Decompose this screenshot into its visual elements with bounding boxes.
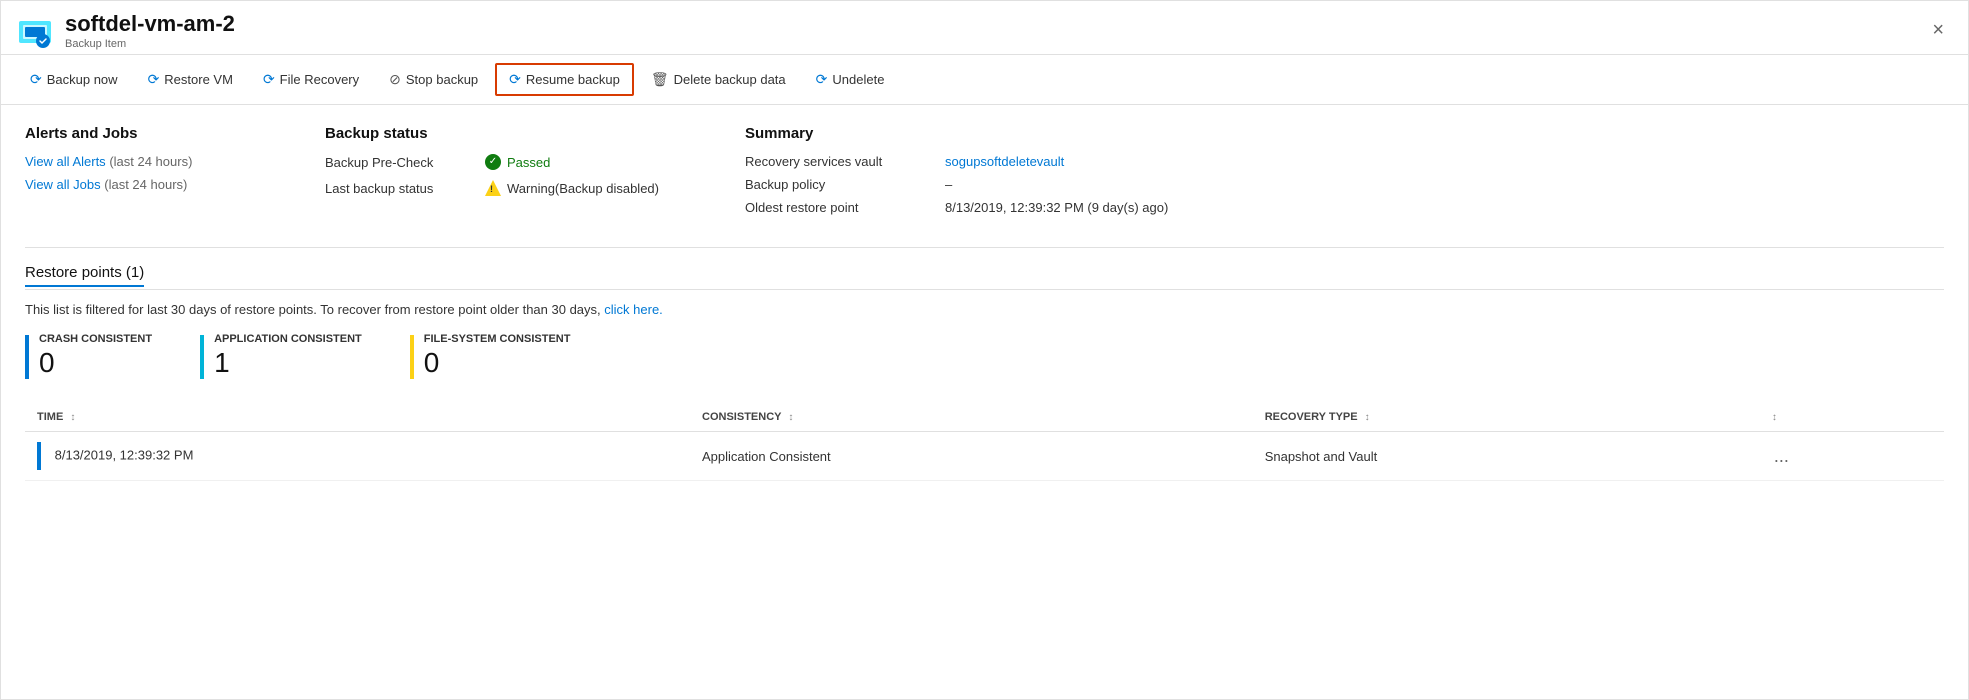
summary-policy-label: Backup policy: [745, 177, 945, 192]
summary-oldest-row: Oldest restore point 8/13/2019, 12:39:32…: [745, 200, 1944, 215]
resume-backup-icon: ⟳: [509, 71, 521, 88]
alerts-jobs-title: Alerts and Jobs: [25, 125, 325, 142]
resume-backup-button[interactable]: ⟳ Resume backup: [495, 63, 634, 96]
alerts-suffix: (last 24 hours): [109, 154, 192, 169]
col-time: TIME ↕: [25, 403, 690, 432]
col-consistency: CONSISTENCY ↕: [690, 403, 1253, 432]
row-indicator: [37, 442, 41, 470]
file-recovery-label: File Recovery: [280, 72, 359, 87]
click-here-link[interactable]: click here.: [604, 302, 663, 317]
time-sort-icon[interactable]: ↕: [70, 412, 75, 423]
row-consistency: Application Consistent: [690, 432, 1253, 481]
backup-precheck-value: ✓ Passed: [485, 154, 550, 170]
section-divider: [25, 247, 1944, 248]
delete-backup-label: Delete backup data: [674, 72, 786, 87]
filesys-consistent-label: FILE-SYSTEM CONSISTENT: [424, 333, 571, 345]
last-backup-label: Last backup status: [325, 181, 485, 196]
filter-text: This list is filtered for last 30 days o…: [25, 302, 1944, 317]
recovery-type-sort-icon[interactable]: ↕: [1365, 412, 1370, 423]
jobs-suffix: (last 24 hours): [104, 177, 187, 192]
backup-status-section: Backup status Backup Pre-Check ✓ Passed …: [325, 125, 745, 223]
view-all-alerts-link[interactable]: View all Alerts: [25, 154, 106, 169]
summary-policy-value: –: [945, 177, 952, 192]
page-subtitle: Backup Item: [65, 38, 235, 50]
row-time: 8/13/2019, 12:39:32 PM: [25, 432, 690, 481]
delete-backup-icon: 🗑: [651, 71, 669, 88]
precheck-status-text: Passed: [507, 155, 550, 170]
app-consistent-value: 1: [214, 349, 362, 377]
consistency-sort-icon[interactable]: ↕: [788, 412, 793, 423]
close-button[interactable]: ×: [1924, 15, 1952, 46]
app-container: softdel-vm-am-2 Backup Item × ⟳ Backup n…: [0, 0, 1969, 700]
restore-vm-label: Restore VM: [164, 72, 233, 87]
last-backup-value: ! Warning(Backup disabled): [485, 180, 659, 196]
crash-consistent-counter: CRASH CONSISTENT 0: [25, 333, 152, 379]
pass-icon: ✓: [485, 154, 501, 170]
crash-consistent-bar: [25, 335, 29, 379]
app-consistent-label: APPLICATION CONSISTENT: [214, 333, 362, 345]
app-consistent-counter: APPLICATION CONSISTENT 1: [200, 333, 362, 379]
main-content: Alerts and Jobs View all Alerts (last 24…: [1, 105, 1968, 501]
stop-backup-icon: ⊘: [389, 71, 401, 88]
restore-vm-icon: ⟳: [148, 71, 160, 88]
top-section: Alerts and Jobs View all Alerts (last 24…: [25, 125, 1944, 223]
col-recovery-type: RECOVERY TYPE ↕: [1253, 403, 1756, 432]
filesys-consistent-value: 0: [424, 349, 571, 377]
view-all-alerts-row: View all Alerts (last 24 hours): [25, 154, 325, 169]
app-consistent-bar: [200, 335, 204, 379]
consistency-counters: CRASH CONSISTENT 0 APPLICATION CONSISTEN…: [25, 333, 1944, 379]
file-recovery-icon: ⟳: [263, 71, 275, 88]
summary-oldest-value: 8/13/2019, 12:39:32 PM (9 day(s) ago): [945, 200, 1168, 215]
backup-precheck-row: Backup Pre-Check ✓ Passed: [325, 154, 745, 170]
undelete-label: Undelete: [832, 72, 884, 87]
stop-backup-label: Stop backup: [406, 72, 478, 87]
file-recovery-button[interactable]: ⟳ File Recovery: [250, 64, 372, 95]
delete-backup-button[interactable]: 🗑 Delete backup data: [638, 64, 799, 95]
view-all-jobs-link[interactable]: View all Jobs: [25, 177, 101, 192]
alerts-jobs-section: Alerts and Jobs View all Alerts (last 24…: [25, 125, 325, 223]
stop-backup-button[interactable]: ⊘ Stop backup: [376, 64, 491, 95]
summary-vault-value[interactable]: sogupsoftdeletevault: [945, 154, 1064, 169]
table-row: 8/13/2019, 12:39:32 PM Application Consi…: [25, 432, 1944, 481]
toolbar: ⟳ Backup now ⟳ Restore VM ⟳ File Recover…: [1, 55, 1968, 105]
filesys-consistent-counter: FILE-SYSTEM CONSISTENT 0: [410, 333, 571, 379]
restore-points-tab[interactable]: Restore points (1): [25, 264, 144, 287]
crash-consistent-label: CRASH CONSISTENT: [39, 333, 152, 345]
restore-points-section: Restore points (1) This list is filtered…: [25, 264, 1944, 481]
summary-oldest-label: Oldest restore point: [745, 200, 945, 215]
row-recovery-type: Snapshot and Vault: [1253, 432, 1756, 481]
undelete-button[interactable]: ⟳ Undelete: [803, 64, 898, 95]
page-title: softdel-vm-am-2: [65, 11, 235, 37]
backup-now-label: Backup now: [47, 72, 118, 87]
restore-vm-button[interactable]: ⟳ Restore VM: [135, 64, 246, 95]
backup-precheck-label: Backup Pre-Check: [325, 155, 485, 170]
last-backup-status-text: Warning(Backup disabled): [507, 181, 659, 196]
restore-points-table: TIME ↕ CONSISTENCY ↕ RECOVERY TYPE ↕ ↕: [25, 403, 1944, 481]
header-title-block: softdel-vm-am-2 Backup Item: [65, 11, 235, 50]
resume-backup-label: Resume backup: [526, 72, 620, 87]
filesys-consistent-bar: [410, 335, 414, 379]
summary-title: Summary: [745, 125, 1944, 142]
backup-status-title: Backup status: [325, 125, 745, 142]
row-ellipsis-button[interactable]: ...: [1768, 444, 1795, 469]
col-actions: ↕: [1756, 403, 1944, 432]
table-header-row: TIME ↕ CONSISTENCY ↕ RECOVERY TYPE ↕ ↕: [25, 403, 1944, 432]
actions-sort-icon[interactable]: ↕: [1772, 412, 1777, 423]
summary-policy-row: Backup policy –: [745, 177, 1944, 192]
undelete-icon: ⟳: [816, 71, 828, 88]
row-actions: ...: [1756, 432, 1944, 481]
crash-consistent-value: 0: [39, 349, 152, 377]
summary-section: Summary Recovery services vault sogupsof…: [745, 125, 1944, 223]
backup-now-icon: ⟳: [30, 71, 42, 88]
warn-icon: !: [485, 180, 501, 196]
summary-vault-row: Recovery services vault sogupsoftdeletev…: [745, 154, 1944, 169]
summary-vault-label: Recovery services vault: [745, 154, 945, 169]
view-all-jobs-row: View all Jobs (last 24 hours): [25, 177, 325, 192]
header: softdel-vm-am-2 Backup Item ×: [1, 1, 1968, 55]
vm-icon: [17, 13, 53, 49]
backup-now-button[interactable]: ⟳ Backup now: [17, 64, 131, 95]
last-backup-row: Last backup status ! Warning(Backup disa…: [325, 180, 745, 196]
